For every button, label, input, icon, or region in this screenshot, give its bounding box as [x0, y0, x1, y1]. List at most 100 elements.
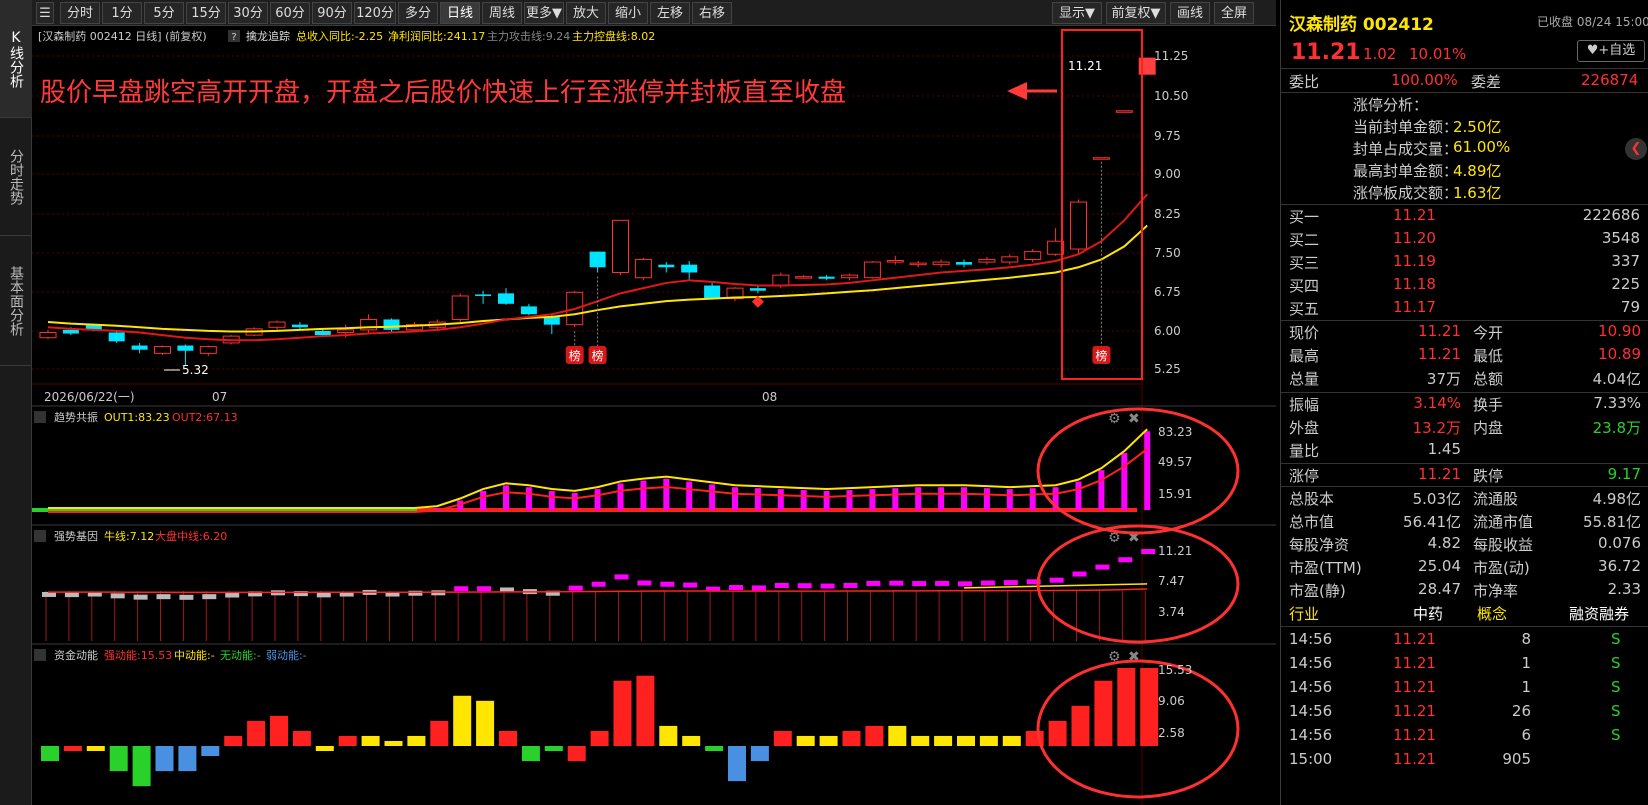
add-watchlist-button[interactable]: ♥+自选 — [1577, 40, 1645, 62]
sub2-dash — [729, 585, 743, 591]
price-tick-label: 10.50 — [1154, 89, 1188, 103]
sub3-bar — [476, 700, 495, 746]
sub1-close-icon[interactable]: ✖ — [1128, 411, 1140, 427]
stats2-value2: 7.33% — [1593, 394, 1641, 412]
sub3-bar — [636, 675, 655, 746]
divider — [1281, 92, 1648, 93]
add-watchlist-label: +自选 — [1598, 43, 1636, 58]
sub1-bar — [525, 487, 532, 510]
sub3-bar — [292, 730, 311, 746]
stats1-value2: 10.89 — [1598, 345, 1641, 363]
price-tick-label: 8.25 — [1154, 207, 1181, 221]
period-120min[interactable]: 120分 — [354, 2, 396, 24]
divider — [1281, 626, 1648, 627]
tick-volume: 6 — [1521, 726, 1531, 744]
bid-price: 11.19 — [1393, 252, 1436, 270]
quote-tab-0[interactable]: 行业 — [1289, 603, 1319, 624]
stats1-value2: 4.04亿 — [1592, 370, 1641, 388]
sub3-help-icon[interactable] — [34, 649, 46, 661]
bid-price: 11.21 — [1393, 206, 1436, 224]
period-day[interactable]: 日线 — [440, 2, 480, 24]
stats2-label: 量比 — [1289, 442, 1320, 460]
stats3-value: 11.21 — [1418, 465, 1461, 483]
more-menu[interactable]: 更多▼ — [524, 2, 564, 24]
stats4-label: 市盈(TTM) — [1289, 559, 1362, 577]
sub1-tick-2: 15.91 — [1158, 487, 1192, 501]
period-1min[interactable]: 1分 — [102, 2, 142, 24]
sub3-bar — [888, 725, 907, 746]
candle — [863, 261, 881, 279]
quote-tab-2[interactable]: 概念 — [1477, 603, 1507, 624]
display-menu[interactable]: 显示▼ — [1052, 2, 1102, 24]
sub3-bar — [911, 735, 930, 746]
price-change: 1.02 — [1363, 45, 1397, 63]
tick-side: S — [1611, 702, 1621, 720]
sub2-tick-0: 11.21 — [1158, 544, 1192, 558]
menu-icon[interactable]: ☰ — [36, 2, 54, 24]
sub1-gear-icon[interactable]: ⚙ — [1108, 411, 1121, 427]
quote-tab-3[interactable]: 融资融券 — [1569, 603, 1629, 624]
stats1-label: 现价 — [1289, 324, 1320, 342]
weicha-value: 226874 — [1581, 71, 1639, 89]
adjust-menu[interactable]: 前复权▼ — [1106, 2, 1166, 24]
sub2-tick-2: 3.74 — [1158, 605, 1185, 619]
zoom-in-button[interactable]: 放大 — [566, 2, 606, 24]
stock-name: 汉森制药 002412 — [1289, 15, 1434, 35]
candle — [108, 330, 125, 343]
zt-value-1: 61.00% — [1453, 138, 1511, 156]
tab-intraday[interactable]: 分时走势 — [0, 118, 32, 236]
tab-kline-analysis[interactable]: K线分析 — [0, 0, 32, 118]
period-week[interactable]: 周线 — [482, 2, 522, 24]
tick-price: 11.21 — [1393, 678, 1436, 696]
stats4-label: 每股净资 — [1289, 536, 1350, 554]
sub3-bar — [728, 746, 746, 782]
sub3-bar — [1002, 735, 1021, 746]
divider — [1281, 463, 1648, 464]
sub3-none: 无动能:- — [220, 648, 261, 662]
period-multi-min[interactable]: 多分钟 — [398, 2, 438, 43]
sub1-help-icon[interactable] — [34, 411, 46, 423]
tick-time: 14:56 — [1289, 726, 1333, 744]
sub2-dash — [935, 580, 950, 586]
sub3-bar — [796, 735, 815, 746]
sub3-bar — [86, 746, 105, 752]
tick-price: 11.21 — [1393, 630, 1436, 648]
tab-fundamental[interactable]: 基本面分析 — [0, 236, 32, 366]
sub3-bar — [957, 735, 975, 746]
period-60min[interactable]: 60分 — [270, 2, 310, 24]
period-15min[interactable]: 15分 — [186, 2, 226, 24]
period-5min[interactable]: 5分 — [144, 2, 184, 24]
fullscreen-button[interactable]: 全屏 — [1214, 2, 1254, 24]
draw-button[interactable]: 画线 — [1170, 2, 1210, 24]
stats4-label2: 流通市值 — [1473, 513, 1534, 531]
bid-volume: 337 — [1611, 252, 1640, 270]
collapse-arrow-icon[interactable]: ❮ — [1625, 138, 1647, 160]
sub3-bar — [224, 735, 243, 746]
zoom-out-button[interactable]: 缩小 — [608, 2, 648, 24]
sub2-dash — [133, 594, 148, 600]
period-90min[interactable]: 90分 — [312, 2, 352, 24]
kline-chart-area[interactable]: [汉森制药 002412 日线] (前复权) ? 擒龙追踪 总收入同比:-2.2… — [32, 26, 1276, 805]
stats1-value: 37万 — [1426, 370, 1461, 388]
sub3-bar — [934, 735, 953, 746]
sub3-bar — [1048, 720, 1067, 746]
sub3-bar — [384, 740, 403, 746]
sub1-bar — [915, 487, 922, 510]
date-07: 07 — [212, 390, 227, 404]
zt-label-3: 涨停板成交额： — [1353, 184, 1459, 202]
last-price-label: 11.21 — [1068, 59, 1102, 73]
period-fenshi[interactable]: 分时 — [60, 2, 100, 24]
quote-tab-1[interactable]: 中药 — [1413, 603, 1443, 624]
sub2-help-icon[interactable] — [34, 530, 46, 542]
sub1-bar — [1029, 488, 1036, 510]
left-tab-bar: K线分析 分时走势 基本面分析 — [0, 0, 32, 805]
move-left-button[interactable]: 左移 — [650, 2, 690, 24]
sub3-bar — [705, 746, 724, 752]
indicator-name: 擒龙追踪 — [246, 29, 290, 43]
sub2-dash — [179, 594, 194, 600]
move-right-button[interactable]: 右移 — [692, 2, 732, 24]
period-30min[interactable]: 30分 — [228, 2, 268, 24]
sub3-bar — [819, 735, 838, 746]
sub3-bar — [865, 725, 884, 746]
candle — [634, 257, 652, 281]
